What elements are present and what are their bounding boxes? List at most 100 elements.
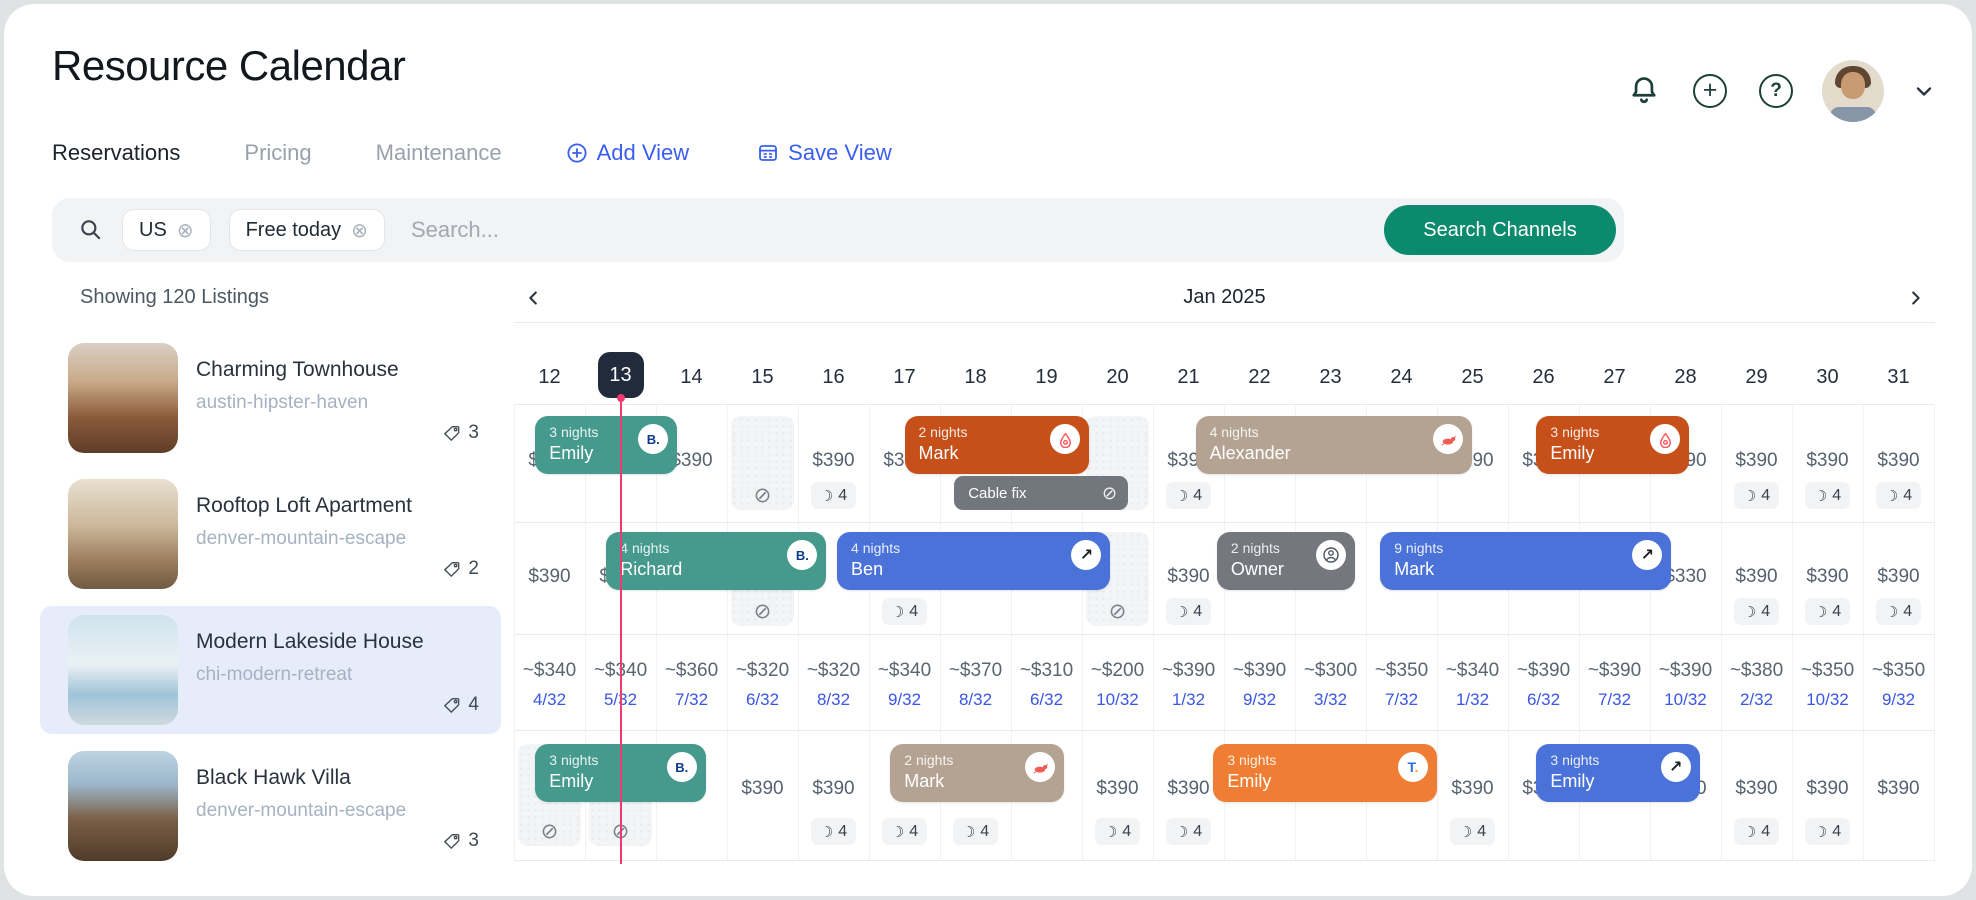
tab-maintenance[interactable]: Maintenance [376,140,502,166]
maintenance-bar[interactable]: Cable fix⊘ [954,476,1128,510]
rate-availability: 1/32 [1437,690,1508,710]
price-cell[interactable]: $390 [798,450,869,472]
price-cell[interactable]: $390 [1863,778,1934,800]
day-header-cell[interactable]: 12 [514,366,585,389]
booking-bar[interactable]: 4 nightsRichardB. [606,532,826,590]
price-cell[interactable]: $390 [1863,566,1934,588]
booking-bar[interactable]: 4 nightsBen↗ [837,532,1110,590]
day-header-cell[interactable]: 15 [727,366,798,389]
price-cell[interactable]: $390 [1082,778,1153,800]
price-cell[interactable]: $390 [798,778,869,800]
month-divider [514,322,1935,323]
price-cell[interactable]: $390 [1792,566,1863,588]
selected-day-badge[interactable]: 13 [598,352,644,398]
day-header-cell[interactable]: 14 [656,366,727,389]
help-button[interactable]: ? [1756,71,1796,111]
price-cell[interactable]: $390 [727,778,798,800]
rate-cell[interactable]: ~$3401/32 [1437,634,1508,730]
day-header-cell[interactable]: 19 [1011,366,1082,389]
min-stay-badge: ☽4 [1792,482,1863,509]
rate-cell[interactable]: ~$35010/32 [1792,634,1863,730]
booking-bar[interactable]: 9 nightsMark↗ [1380,532,1671,590]
save-view-button[interactable]: Save View [757,140,892,166]
rate-cell[interactable]: ~$3507/32 [1366,634,1437,730]
min-stay-badge: ☽4 [1153,598,1224,625]
blocked-badge: ⊘ [1082,598,1153,625]
price-cell[interactable]: $390 [1721,450,1792,472]
day-header-cell[interactable]: 29 [1721,366,1792,389]
rate-cell[interactable]: ~$3708/32 [940,634,1011,730]
listing-item[interactable]: Charming Townhouseaustin-hipster-haven3 [40,334,501,462]
filter-chip-free-today[interactable]: Free today ⊗ [229,209,385,251]
listing-item[interactable]: Modern Lakeside Housechi-modern-retreat4 [40,606,501,734]
search-input[interactable] [411,217,1384,243]
day-header-cell[interactable]: 22 [1224,366,1295,389]
day-header-cell[interactable]: 30 [1792,366,1863,389]
tcom-channel-icon: T. [1398,752,1428,782]
day-header-cell[interactable]: 28 [1650,366,1721,389]
rate-price: ~$310 [1011,660,1082,682]
search-channels-button[interactable]: Search Channels [1384,205,1616,255]
price-cell[interactable]: $390 [1153,566,1224,588]
price-cell[interactable]: $390 [1721,778,1792,800]
rate-cell[interactable]: ~$3206/32 [727,634,798,730]
rate-cell[interactable]: ~$3907/32 [1579,634,1650,730]
rate-cell[interactable]: ~$3106/32 [1011,634,1082,730]
booking-bar[interactable]: 3 nightsEmily [1536,416,1689,474]
add-view-button[interactable]: Add View [566,140,690,166]
day-header-cell[interactable]: 27 [1579,366,1650,389]
price-cell[interactable]: $390 [1792,450,1863,472]
price-cell[interactable]: $390 [1792,778,1863,800]
day-header-cell[interactable]: 21 [1153,366,1224,389]
price-cell[interactable]: $390 [514,566,585,588]
rate-cell[interactable]: ~$3509/32 [1863,634,1934,730]
day-header-cell[interactable]: 25 [1437,366,1508,389]
rate-cell[interactable]: ~$3909/32 [1224,634,1295,730]
tab-reservations[interactable]: Reservations [52,140,180,166]
listing-name: Rooftop Loft Apartment [196,494,412,518]
booking-bar[interactable]: 2 nightsMark [890,744,1064,802]
chip-remove-icon[interactable]: ⊗ [351,218,368,243]
day-header-cell[interactable]: 16 [798,366,869,389]
booking-bar[interactable]: 2 nightsOwner [1217,532,1355,590]
rate-cell[interactable]: ~$3802/32 [1721,634,1792,730]
rate-cell[interactable]: ~$3003/32 [1295,634,1366,730]
rate-cell[interactable]: ~$39010/32 [1650,634,1721,730]
rate-cell[interactable]: ~$3208/32 [798,634,869,730]
booking-bar[interactable]: 3 nightsEmilyT. [1213,744,1437,802]
booking-bar[interactable]: 3 nightsEmilyB. [535,416,677,474]
day-header-cell[interactable]: 20 [1082,366,1153,389]
listing-item[interactable]: Rooftop Loft Apartmentdenver-mountain-es… [40,470,501,598]
rate-cell[interactable]: ~$3906/32 [1508,634,1579,730]
day-header-cell[interactable]: 31 [1863,366,1934,389]
account-menu-button[interactable] [1910,71,1938,111]
blocked-badge: ⊘ [514,818,585,845]
filter-chip-us[interactable]: US ⊗ [122,209,211,251]
min-stay-count: 4 [1832,487,1841,505]
booking-bar[interactable]: 3 nightsEmily↗ [1536,744,1699,802]
add-button[interactable]: + [1690,71,1730,111]
rate-cell[interactable]: ~$20010/32 [1082,634,1153,730]
day-header-cell[interactable]: 17 [869,366,940,389]
day-header-cell[interactable]: 26 [1508,366,1579,389]
day-header-cell[interactable]: 18 [940,366,1011,389]
price-cell[interactable]: $390 [1437,778,1508,800]
avatar[interactable] [1822,60,1884,122]
notifications-button[interactable] [1624,71,1664,111]
price-cell[interactable]: $390 [1721,566,1792,588]
row-divider [514,860,1935,861]
chip-remove-icon[interactable]: ⊗ [177,218,194,243]
listing-item[interactable]: Black Hawk Villadenver-mountain-escape3 [40,742,501,870]
booking-bar[interactable]: 4 nightsAlexander [1196,416,1473,474]
price-cell[interactable]: $390 [1863,450,1934,472]
day-header-cell[interactable]: 23 [1295,366,1366,389]
blocked-icon: ⊘ [754,600,772,623]
rate-cell[interactable]: ~$3404/32 [514,634,585,730]
moon-icon: ☽ [1459,823,1472,841]
rate-cell[interactable]: ~$3409/32 [869,634,940,730]
rate-cell[interactable]: ~$3607/32 [656,634,727,730]
booking-bar[interactable]: 2 nightsMark [905,416,1090,474]
tab-pricing[interactable]: Pricing [244,140,311,166]
rate-cell[interactable]: ~$3901/32 [1153,634,1224,730]
day-header-cell[interactable]: 24 [1366,366,1437,389]
